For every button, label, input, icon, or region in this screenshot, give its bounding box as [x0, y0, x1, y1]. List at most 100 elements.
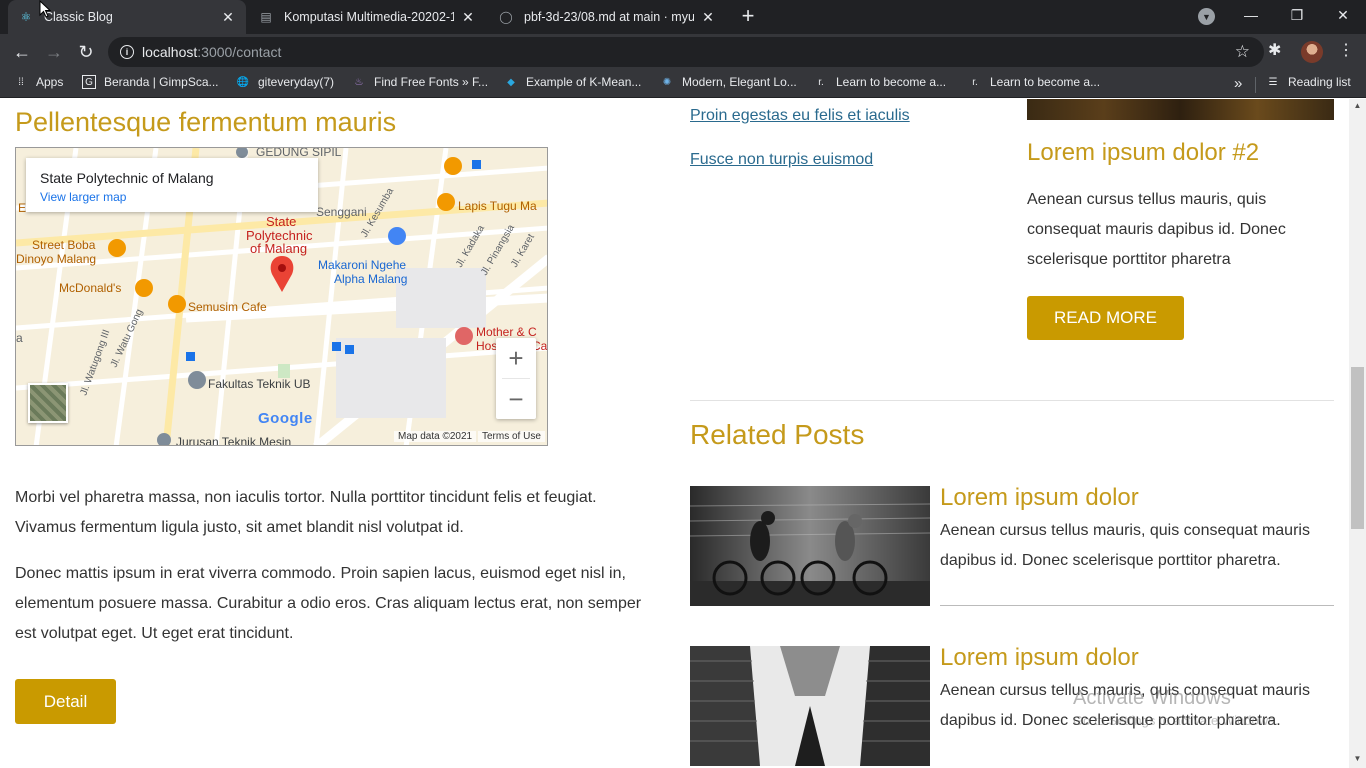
- tab-title: Komputasi Multimedia-20202-1:: [284, 10, 454, 24]
- activate-windows-watermark: Activate Windows: [1073, 687, 1231, 709]
- fonts-icon: ♨: [354, 76, 364, 88]
- gimp-icon: G: [82, 75, 96, 89]
- menu-icon[interactable]: ⋮: [1338, 40, 1354, 60]
- related-post-image-cyclists[interactable]: [690, 486, 930, 606]
- more-bookmarks-icon[interactable]: »: [1234, 75, 1242, 92]
- close-window-button[interactable]: ✕: [1320, 0, 1366, 30]
- svg-text:McDonald's: McDonald's: [59, 281, 121, 295]
- svg-text:Makaroni Ngehe: Makaroni Ngehe: [318, 258, 406, 272]
- apps-icon: ⁞⁞: [18, 76, 24, 88]
- url-text: localhost:3000/contact: [142, 44, 282, 60]
- kmeans-icon: ◆: [507, 76, 515, 88]
- divider: [690, 400, 1334, 401]
- body-paragraph-2: Donec mattis ipsum in erat viverra commo…: [15, 565, 642, 642]
- divider: [1255, 77, 1256, 93]
- bookmarks-bar: ⁞⁞ Apps G Beranda | GimpSca... 🌐 giteveryda…: [0, 70, 1366, 98]
- related-post-title[interactable]: Lorem ipsum dolor: [940, 644, 1139, 672]
- tab-title: pbf-3d-23/08.md at main · myus: [524, 10, 694, 24]
- scroll-down-icon[interactable]: ▼: [1349, 754, 1366, 763]
- card-image: [1027, 99, 1334, 120]
- map-info-card: State Polytechnic of Malang View larger …: [26, 158, 318, 212]
- bookmark-giteveryday[interactable]: 🌐 giteveryday(7): [236, 75, 334, 89]
- svg-text:E: E: [18, 201, 26, 215]
- map-place-name: State Polytechnic of Malang: [40, 170, 214, 186]
- related-post-image-skyscrapers[interactable]: [690, 646, 930, 766]
- reading-list[interactable]: ☰ Reading list: [1266, 75, 1351, 89]
- tab-title: Classic Blog: [44, 10, 113, 24]
- read-more-button[interactable]: READ MORE: [1027, 296, 1184, 340]
- minimize-button[interactable]: —: [1228, 0, 1274, 30]
- browser-tab-strip: ⚛ Classic Blog ✕ ▤ Komputasi Multimedia-…: [0, 0, 1366, 34]
- bookmark-modern-logo[interactable]: ✺ Modern, Elegant Lo...: [660, 75, 797, 89]
- bookmark-kmeans[interactable]: ◆ Example of K-Mean...: [504, 75, 641, 89]
- bookmark-apps[interactable]: ⁞⁞ Apps: [14, 75, 63, 89]
- google-logo: Google: [258, 410, 313, 427]
- extensions-icon[interactable]: ✱: [1268, 40, 1281, 60]
- github-icon: ◯: [499, 10, 513, 24]
- reload-button[interactable]: ↻: [74, 40, 98, 64]
- react-icon: ⚛: [20, 10, 32, 24]
- divider: [940, 605, 1334, 606]
- tab-search-icon[interactable]: ▼: [1198, 8, 1215, 25]
- back-button[interactable]: ←: [10, 40, 34, 64]
- zoom-out-icon[interactable]: −: [496, 379, 536, 419]
- sidebar-link-proin[interactable]: Proin egestas eu felis et iaculis: [690, 107, 910, 125]
- close-icon[interactable]: ✕: [460, 9, 476, 26]
- embedded-map[interactable]: GEDUNG SIPIL Senggani Jl. Kesumba State …: [15, 147, 548, 446]
- tab-github[interactable]: ◯ pbf-3d-23/08.md at main · myus ✕: [488, 0, 726, 34]
- svg-text:Jurusan Teknik Mesin: Jurusan Teknik Mesin: [176, 435, 291, 446]
- close-icon[interactable]: ✕: [700, 9, 716, 26]
- svg-text:a: a: [16, 331, 23, 345]
- detail-button[interactable]: Detail: [15, 679, 116, 724]
- globe-icon: 🌐: [236, 76, 250, 88]
- bookmark-fonts[interactable]: ♨ Find Free Fonts » F...: [352, 75, 489, 89]
- zoom-in-icon[interactable]: +: [496, 338, 536, 378]
- roadmap-icon: r.: [972, 76, 978, 88]
- avatar[interactable]: [1301, 41, 1323, 63]
- tab-komputasi[interactable]: ▤ Komputasi Multimedia-20202-1: ✕: [248, 0, 486, 34]
- map-data-attribution: Map data ©2021: [394, 431, 477, 442]
- bookmark-star-icon[interactable]: ☆: [1235, 42, 1250, 62]
- address-bar[interactable]: i localhost:3000/contact ☆: [108, 37, 1264, 67]
- svg-text:Street Boba: Street Boba: [32, 238, 96, 252]
- svg-text:Hos: Hos: [476, 339, 497, 353]
- svg-text:Dinoyo Malang: Dinoyo Malang: [16, 252, 96, 266]
- browser-toolbar: ← → ↻ i localhost:3000/contact ☆: [0, 34, 1366, 70]
- forward-button[interactable]: →: [42, 40, 66, 64]
- restore-button[interactable]: ❐: [1274, 0, 1320, 30]
- close-icon[interactable]: ✕: [220, 9, 236, 26]
- svg-text:Alpha Malang: Alpha Malang: [334, 272, 407, 286]
- page-content: Pellentesque fermentum mauris GEDUNG SIP…: [0, 99, 1349, 768]
- svg-text:Semusim Cafe: Semusim Cafe: [188, 300, 267, 314]
- mouse-cursor-icon: [39, 0, 51, 18]
- document-icon: ▤: [260, 10, 272, 24]
- related-post-title[interactable]: Lorem ipsum dolor: [940, 484, 1139, 512]
- post-title: Pellentesque fermentum mauris: [15, 107, 397, 137]
- body-paragraph-1: Morbi vel pharetra massa, non iaculis to…: [15, 489, 597, 536]
- logo-icon: ✺: [662, 76, 672, 88]
- svg-text:Lapis Tugu Ma: Lapis Tugu Ma: [458, 199, 537, 213]
- page-scrollbar[interactable]: ▲ ▼: [1349, 99, 1366, 768]
- related-post-text: Aenean cursus tellus mauris, quis conseq…: [940, 522, 1310, 569]
- related-posts-heading: Related Posts: [690, 419, 865, 450]
- sidebar-link-fusce[interactable]: Fusce non turpis euismod: [690, 151, 873, 169]
- svg-text:Fakultas Teknik UB: Fakultas Teknik UB: [208, 377, 311, 391]
- satellite-toggle[interactable]: [28, 383, 68, 423]
- bookmark-roadmap-1[interactable]: r. Learn to become a...: [814, 75, 946, 89]
- new-tab-button[interactable]: +: [736, 5, 760, 28]
- reading-list-icon: ☰: [1268, 76, 1278, 88]
- scroll-up-icon[interactable]: ▲: [1349, 101, 1366, 110]
- card-text: Aenean cursus tellus mauris, quis conseq…: [1027, 191, 1286, 268]
- bookmark-roadmap-2[interactable]: r. Learn to become a...: [968, 75, 1100, 89]
- svg-text:of Malang: of Malang: [250, 241, 307, 256]
- card-title[interactable]: Lorem ipsum dolor #2: [1027, 139, 1259, 167]
- bookmark-gimpscape[interactable]: G Beranda | GimpSca...: [82, 75, 219, 89]
- info-icon[interactable]: i: [120, 45, 134, 59]
- map-zoom-control: + −: [496, 338, 536, 419]
- scroll-thumb[interactable]: [1351, 367, 1364, 529]
- svg-text:Senggani: Senggani: [316, 205, 367, 219]
- view-larger-map-link[interactable]: View larger map: [40, 190, 304, 204]
- svg-text:State: State: [266, 214, 296, 229]
- map-terms-link[interactable]: Terms of Use: [478, 431, 545, 442]
- roadmap-icon: r.: [818, 76, 824, 88]
